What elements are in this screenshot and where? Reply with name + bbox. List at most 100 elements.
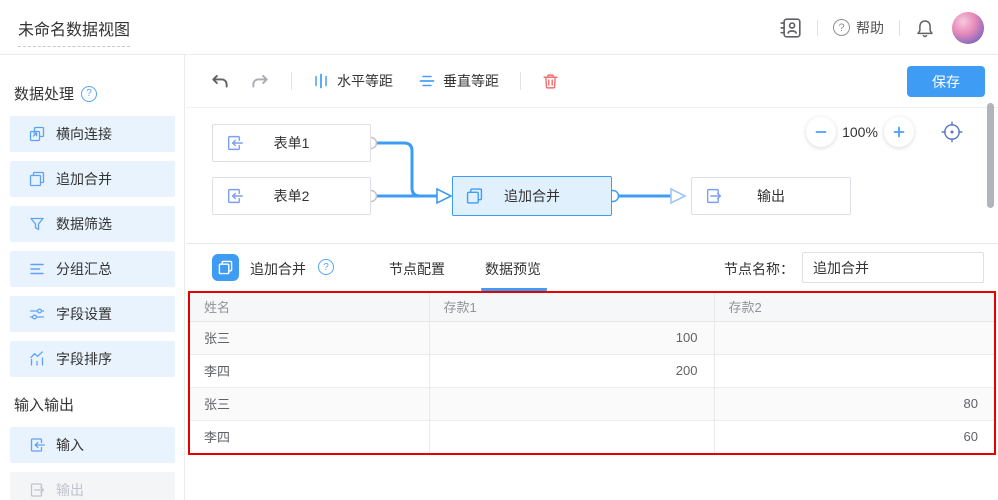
v-distribute-label: 垂直等距 xyxy=(443,71,499,91)
vertical-scrollbar[interactable] xyxy=(987,103,994,208)
node-append-merge[interactable]: 追加合并 xyxy=(452,176,612,216)
input-icon xyxy=(226,135,243,152)
tab-node-config[interactable]: 节点配置 xyxy=(389,259,445,279)
user-avatar[interactable] xyxy=(952,12,984,44)
panel-node-type: 追加合并 xyxy=(250,259,306,279)
header-divider xyxy=(899,20,900,36)
header-actions: ? 帮助 xyxy=(780,0,984,55)
table-header-row: 姓名 存款1 存款2 xyxy=(190,293,994,321)
cell-deposit2: 60 xyxy=(714,420,994,453)
sidebar-item-label: 数据筛选 xyxy=(56,214,112,234)
node-form2[interactable]: 表单2 xyxy=(212,177,371,215)
group-summary-icon xyxy=(29,261,45,277)
table-row[interactable]: 李四 60 xyxy=(190,420,994,453)
data-preview-table: 姓名 存款1 存款2 张三 100 李四 200 xyxy=(188,291,996,455)
cell-deposit1: 100 xyxy=(429,321,714,354)
filter-icon xyxy=(29,216,45,232)
node-output[interactable]: 输出 xyxy=(691,177,851,215)
sidebar-item-field-sort[interactable]: 字段排序 xyxy=(10,341,175,377)
cell-deposit1: 200 xyxy=(429,354,714,387)
output-icon xyxy=(29,482,45,498)
table-row[interactable]: 张三 80 xyxy=(190,387,994,420)
v-distribute-button[interactable]: 垂直等距 xyxy=(419,71,499,91)
table-row[interactable]: 张三 100 xyxy=(190,321,994,354)
contacts-icon[interactable] xyxy=(780,17,802,39)
sidebar-item-group-summary[interactable]: 分组汇总 xyxy=(10,251,175,287)
sidebar-section-data-processing: 数据处理 ? xyxy=(14,83,184,104)
help-icon: ? xyxy=(833,19,850,36)
main-area: 水平等距 垂直等距 保存 xyxy=(186,55,998,500)
tab-data-preview[interactable]: 数据预览 xyxy=(485,259,541,279)
sidebar-item-filter[interactable]: 数据筛选 xyxy=(10,206,175,242)
section-title: 数据处理 xyxy=(14,83,74,104)
column-header-deposit1[interactable]: 存款1 xyxy=(429,293,714,321)
append-merge-icon xyxy=(466,188,483,205)
v-distribute-icon xyxy=(419,73,435,89)
sidebar-item-label: 追加合并 xyxy=(56,169,112,189)
output-icon xyxy=(705,188,722,205)
node-detail-panel: 追加合并 ? 节点配置 数据预览 节点名称： 姓名 存款1 存款2 xyxy=(186,243,998,500)
node-label: 输出 xyxy=(757,186,785,206)
help-label: 帮助 xyxy=(856,18,884,38)
table-row[interactable]: 李四 200 xyxy=(190,354,994,387)
cell-deposit1 xyxy=(429,420,714,453)
sidebar-item-join[interactable]: 横向连接 xyxy=(10,116,175,152)
sidebar: 数据处理 ? 横向连接 追加合并 数据筛选 xyxy=(0,55,185,500)
node-label: 表单1 xyxy=(274,133,310,153)
document-title[interactable]: 未命名数据视图 xyxy=(18,16,130,47)
append-merge-icon xyxy=(29,171,45,187)
redo-icon xyxy=(251,72,270,91)
panel-help-icon[interactable]: ? xyxy=(318,259,334,275)
section-help-icon[interactable]: ? xyxy=(81,86,97,102)
sidebar-item-input[interactable]: 输入 xyxy=(10,427,175,463)
top-header: 未命名数据视图 ? 帮助 xyxy=(0,0,998,55)
header-divider xyxy=(817,20,818,36)
trash-icon xyxy=(542,73,559,90)
sidebar-item-label: 输出 xyxy=(56,480,84,500)
sidebar-section-io: 输入输出 xyxy=(14,394,184,415)
zoom-in-button[interactable] xyxy=(884,117,914,147)
zoom-level: 100% xyxy=(836,124,884,140)
append-merge-badge-icon xyxy=(212,254,239,281)
node-label: 表单2 xyxy=(274,186,310,206)
node-label: 追加合并 xyxy=(504,186,560,206)
save-button[interactable]: 保存 xyxy=(907,66,985,97)
node-name-label: 节点名称： xyxy=(724,259,794,279)
cell-deposit2 xyxy=(714,354,994,387)
help-button[interactable]: ? 帮助 xyxy=(833,18,884,38)
zoom-controls: 100% xyxy=(806,117,964,147)
sidebar-item-output: 输出 xyxy=(10,472,175,500)
zoom-out-button[interactable] xyxy=(806,117,836,147)
column-header-deposit2[interactable]: 存款2 xyxy=(714,293,994,321)
sidebar-item-label: 横向连接 xyxy=(56,124,112,144)
delete-node-button[interactable] xyxy=(542,73,559,90)
input-icon xyxy=(226,188,243,205)
sidebar-item-append-merge[interactable]: 追加合并 xyxy=(10,161,175,197)
toolbar-divider xyxy=(291,72,292,90)
h-distribute-label: 水平等距 xyxy=(337,71,393,91)
sidebar-item-label: 字段设置 xyxy=(56,304,112,324)
input-icon xyxy=(29,437,45,453)
cell-name: 张三 xyxy=(190,321,429,354)
sidebar-item-field-settings[interactable]: 字段设置 xyxy=(10,296,175,332)
panel-tab-row: 追加合并 ? 节点配置 数据预览 节点名称： xyxy=(186,244,998,291)
sidebar-item-label: 字段排序 xyxy=(56,349,112,369)
sidebar-item-label: 分组汇总 xyxy=(56,259,112,279)
column-header-name[interactable]: 姓名 xyxy=(190,293,429,321)
field-sort-icon xyxy=(29,351,45,367)
field-settings-icon xyxy=(29,306,45,322)
toolbar-divider xyxy=(520,72,521,90)
h-distribute-button[interactable]: 水平等距 xyxy=(313,71,393,91)
cell-name: 李四 xyxy=(190,420,429,453)
node-form1[interactable]: 表单1 xyxy=(212,124,371,162)
node-name-input[interactable] xyxy=(802,252,984,283)
redo-button[interactable] xyxy=(251,72,270,91)
cell-name: 张三 xyxy=(190,387,429,420)
cell-deposit1 xyxy=(429,387,714,420)
undo-icon xyxy=(210,72,229,91)
flow-canvas[interactable]: 表单1 表单2 追加合并 xyxy=(186,108,998,243)
canvas-toolbar: 水平等距 垂直等距 保存 xyxy=(186,55,998,108)
notification-bell-icon[interactable] xyxy=(915,18,935,38)
undo-button[interactable] xyxy=(210,72,229,91)
locate-center-button[interactable] xyxy=(940,120,964,144)
